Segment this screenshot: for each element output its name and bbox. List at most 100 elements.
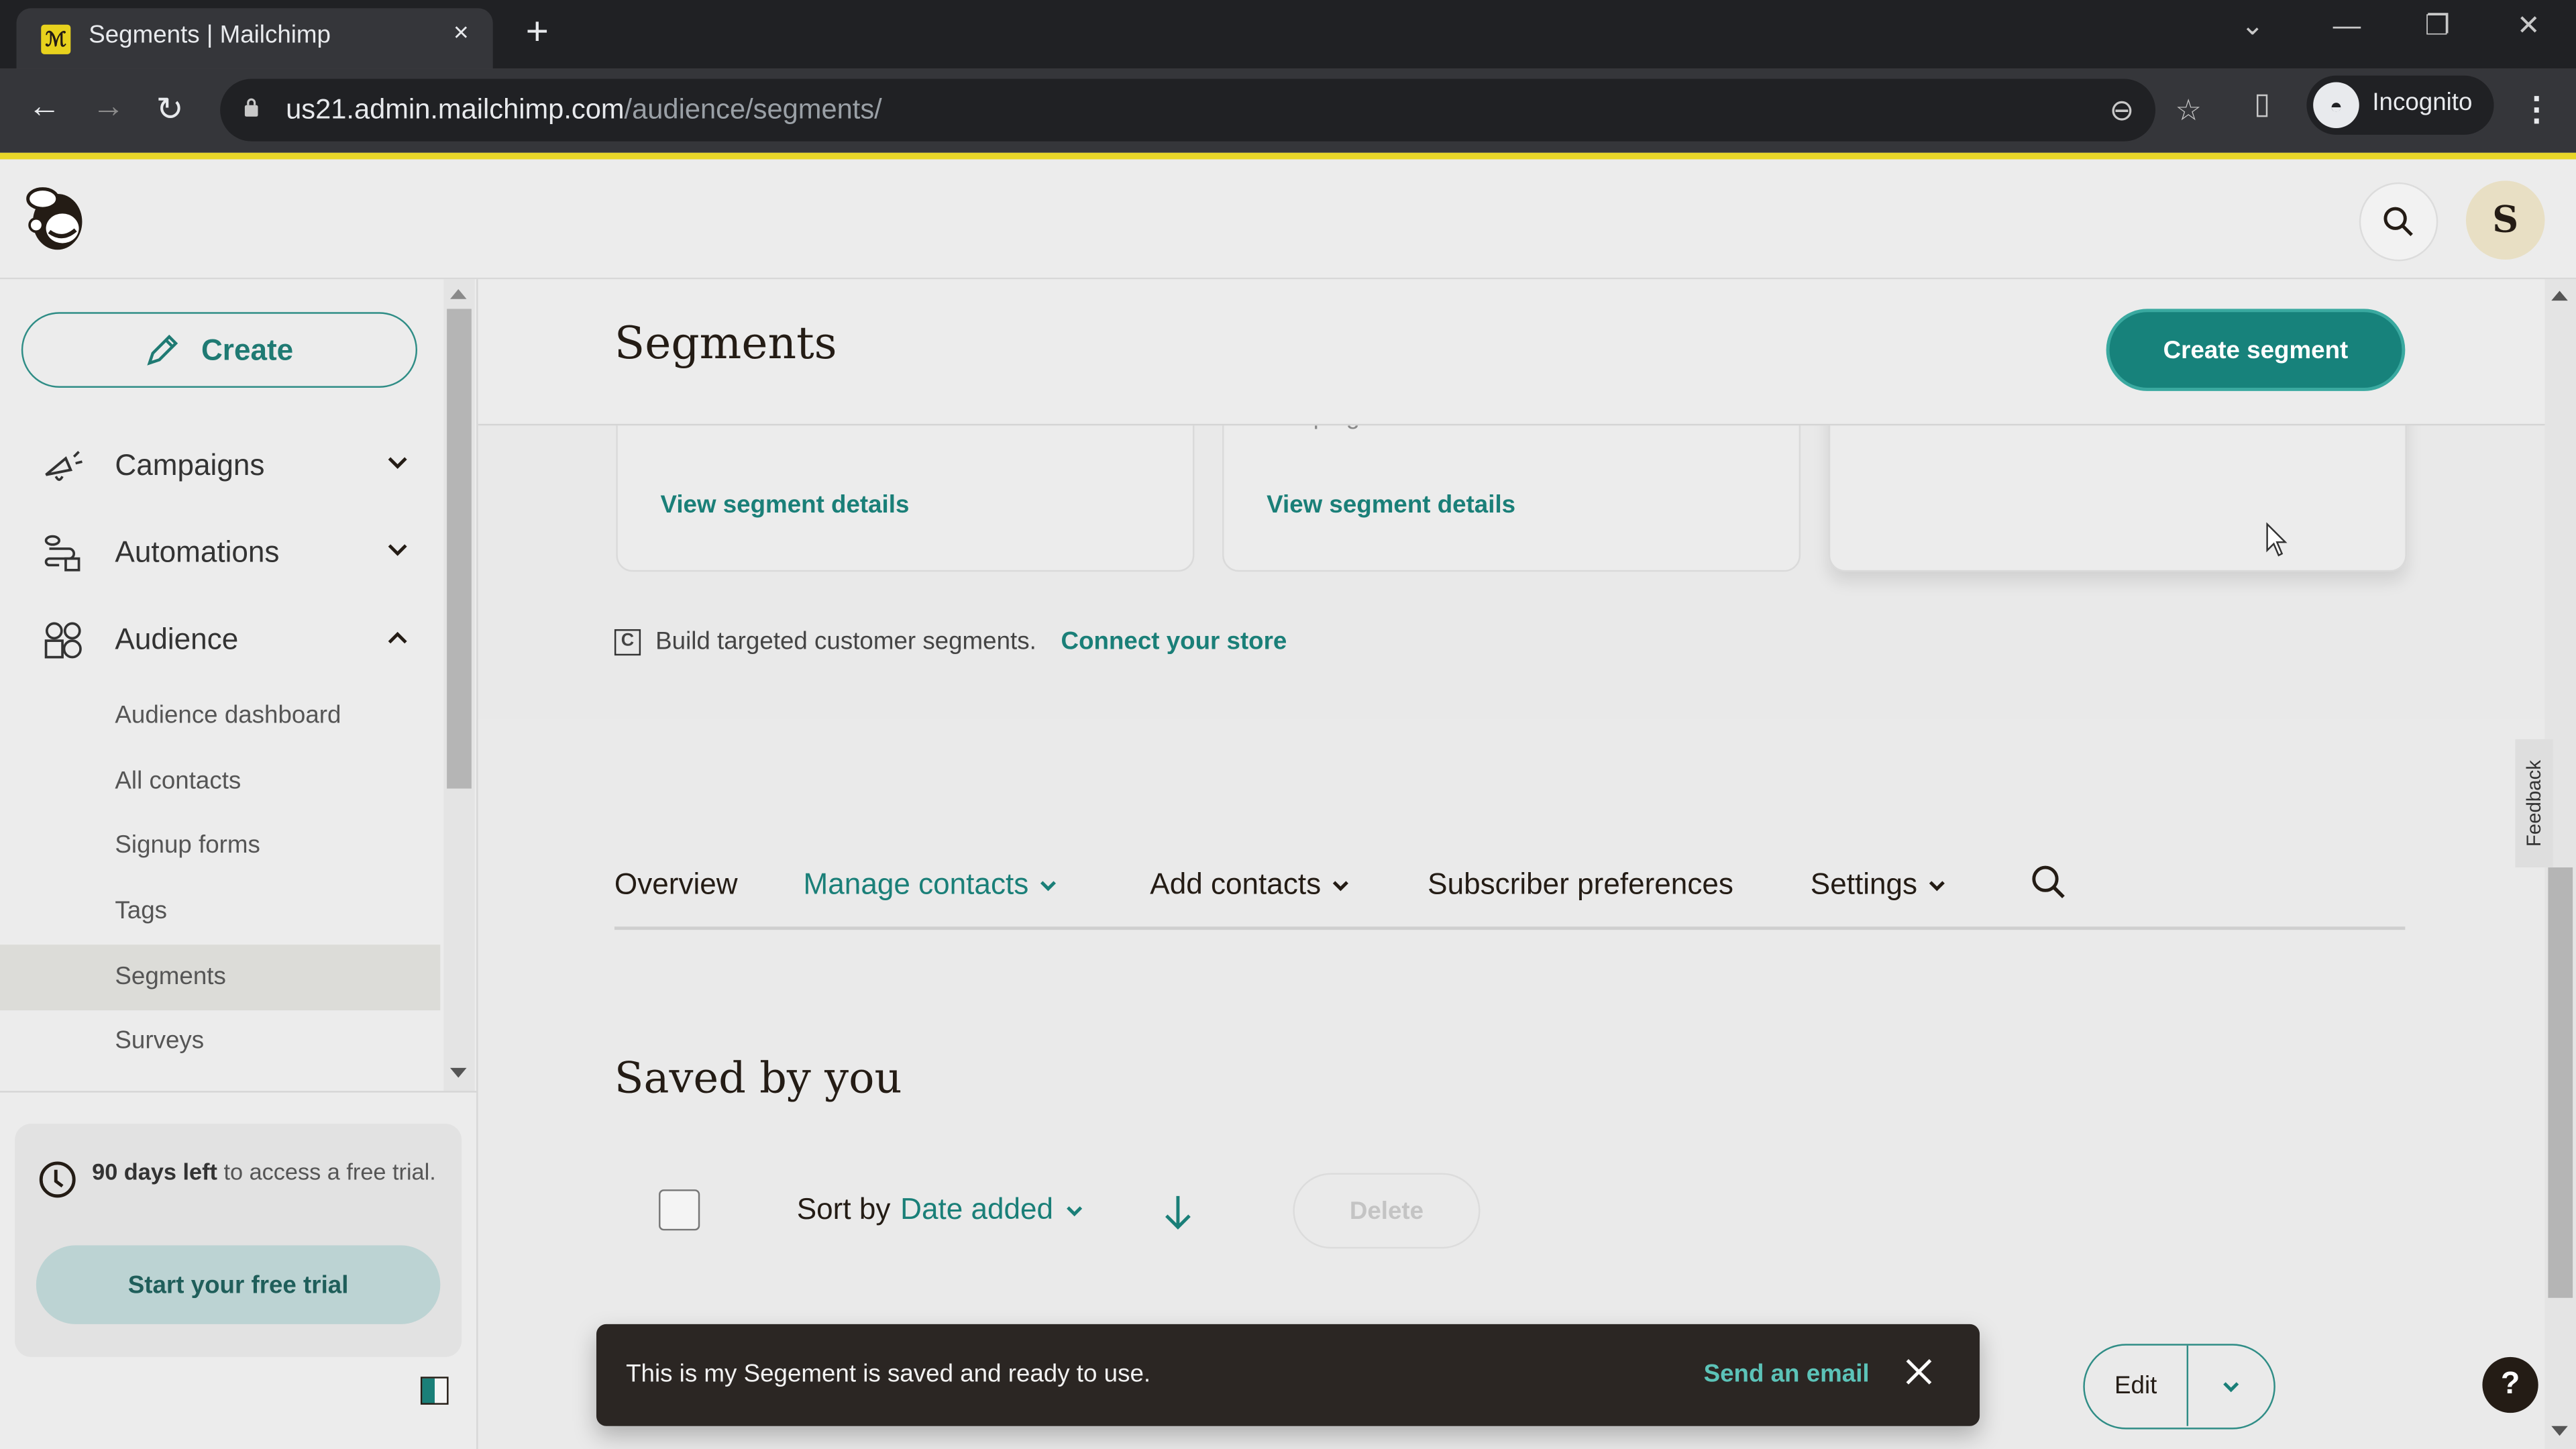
chevron-down-icon bbox=[388, 544, 407, 556]
audience-tabs: Overview Manage contacts Add contacts Su… bbox=[614, 854, 2406, 930]
trial-days-left: 90 days left bbox=[92, 1158, 217, 1185]
chevron-down-icon bbox=[1040, 880, 1057, 891]
toast-close-icon[interactable] bbox=[1902, 1355, 1935, 1388]
sidebar-item-audience-dashboard[interactable]: Audience dashboard bbox=[0, 684, 440, 749]
sidebar-scroll-thumb[interactable] bbox=[447, 309, 472, 789]
forward-icon[interactable]: → bbox=[92, 89, 125, 126]
incognito-icon: ◓ bbox=[2313, 82, 2359, 129]
tab-label: Settings bbox=[1810, 867, 1918, 901]
store-icon: C bbox=[614, 628, 641, 655]
tab-close-icon[interactable]: × bbox=[453, 19, 469, 49]
restore-icon[interactable]: ❐ bbox=[2425, 10, 2450, 43]
sidebar-item-audience[interactable]: Audience bbox=[0, 608, 440, 674]
trial-text: 90 days left to access a free trial. bbox=[92, 1153, 437, 1189]
sub-item-label: Signup forms bbox=[115, 831, 260, 859]
search-icon bbox=[2383, 207, 2413, 236]
view-segment-details-link[interactable]: View segment details bbox=[660, 491, 909, 519]
bookmark-star-icon[interactable]: ☆ bbox=[2175, 94, 2202, 128]
mailchimp-logo-icon[interactable] bbox=[23, 182, 92, 255]
sub-item-label: Audience dashboard bbox=[115, 701, 341, 730]
back-icon[interactable]: ← bbox=[28, 89, 61, 126]
tabs-search-icon[interactable] bbox=[2031, 864, 2067, 900]
side-panel-icon[interactable]: ▯ bbox=[2254, 87, 2270, 121]
pencil-icon bbox=[148, 334, 179, 366]
delete-button[interactable]: Delete bbox=[1293, 1173, 1481, 1249]
user-avatar[interactable]: S bbox=[2465, 180, 2545, 260]
sidebar-item-all-contacts[interactable]: All contacts bbox=[0, 749, 440, 815]
create-button[interactable]: Create bbox=[21, 312, 418, 388]
megaphone-icon bbox=[45, 451, 83, 481]
accent-bar bbox=[0, 152, 2576, 160]
sidebar-scrollbar[interactable] bbox=[443, 279, 475, 1093]
reload-icon[interactable]: ↻ bbox=[156, 89, 184, 129]
scroll-down-arrow-icon[interactable] bbox=[450, 1067, 467, 1078]
automation-workflow-icon bbox=[44, 535, 80, 572]
tab-label: Manage contacts bbox=[803, 867, 1029, 901]
collapse-sidebar-icon[interactable] bbox=[420, 1377, 449, 1405]
scroll-down-arrow-icon[interactable] bbox=[2551, 1426, 2568, 1436]
sort-by-dropdown[interactable]: Sort by Date added bbox=[797, 1193, 1086, 1227]
sidebar-divider bbox=[0, 1091, 477, 1093]
sidebar-item-signup-forms[interactable]: Signup forms bbox=[0, 813, 440, 879]
chevron-down-icon bbox=[1333, 880, 1349, 891]
app-header: S bbox=[0, 159, 2576, 280]
tab-add-contacts[interactable]: Add contacts bbox=[1150, 867, 1350, 902]
tab-label: Subscriber preferences bbox=[1428, 867, 1733, 901]
create-segment-button[interactable]: Create segment bbox=[2106, 309, 2406, 391]
tab-label: Add contacts bbox=[1150, 867, 1322, 901]
chevron-down-icon bbox=[2223, 1381, 2239, 1392]
sidebar-item-segments[interactable]: Segments bbox=[0, 945, 441, 1011]
sidebar-item-surveys[interactable]: Surveys bbox=[0, 1009, 440, 1075]
trial-text-rest: to access a free trial. bbox=[217, 1158, 436, 1185]
store-prompt-text: Build targeted customer segments. bbox=[655, 627, 1036, 656]
select-all-checkbox[interactable] bbox=[659, 1189, 700, 1231]
page-header: Segments Create segment bbox=[478, 279, 2545, 426]
tab-manage-contacts[interactable]: Manage contacts bbox=[804, 867, 1059, 902]
chevron-up-icon bbox=[388, 631, 407, 644]
tab-subscriber-preferences[interactable]: Subscriber preferences bbox=[1428, 867, 1733, 902]
main-content: Segments Create segment View segment det… bbox=[478, 279, 2545, 1449]
browser-toolbar: ← → ↻ us21.admin.mailchimp.com/audience/… bbox=[0, 68, 2576, 153]
scroll-up-arrow-icon[interactable] bbox=[450, 289, 467, 299]
address-bar[interactable]: us21.admin.mailchimp.com/audience/segmen… bbox=[220, 78, 2202, 142]
tab-settings[interactable]: Settings bbox=[1811, 867, 1947, 902]
clock-icon bbox=[39, 1161, 76, 1198]
feedback-tab[interactable]: Feedback bbox=[2515, 739, 2553, 868]
lock-icon bbox=[244, 98, 258, 117]
create-label: Create bbox=[201, 332, 294, 366]
edit-button[interactable]: Edit bbox=[2085, 1345, 2189, 1426]
sidebar-item-campaigns[interactable]: Campaigns bbox=[0, 434, 440, 500]
tab-overview[interactable]: Overview bbox=[614, 867, 738, 902]
sort-direction-arrow-icon[interactable] bbox=[1161, 1193, 1194, 1232]
sub-item-label: Segments bbox=[115, 963, 226, 991]
sort-by-value: Date added bbox=[900, 1192, 1054, 1226]
scroll-up-arrow-icon[interactable] bbox=[2551, 290, 2568, 301]
incognito-badge[interactable]: ◓ Incognito bbox=[2306, 75, 2494, 135]
mailchimp-favicon: ℳ bbox=[41, 24, 71, 54]
sidebar-item-automations[interactable]: Automations bbox=[0, 521, 440, 586]
nav-label: Automations bbox=[115, 535, 280, 569]
nav-label: Campaigns bbox=[115, 448, 265, 482]
connect-store-link[interactable]: Connect your store bbox=[1061, 628, 1287, 656]
header-search-button[interactable] bbox=[2359, 182, 2438, 262]
edit-dropdown-button[interactable] bbox=[2190, 1346, 2272, 1426]
sub-item-label: Tags bbox=[115, 897, 168, 925]
help-button[interactable]: ? bbox=[2482, 1356, 2538, 1413]
tab-title: Segments | Mailchimp bbox=[89, 21, 331, 50]
sidebar-item-tags[interactable]: Tags bbox=[0, 879, 440, 945]
start-free-trial-button[interactable]: Start your free trial bbox=[36, 1245, 441, 1324]
send-an-email-link[interactable]: Send an email bbox=[1704, 1360, 1870, 1389]
view-segment-details-link[interactable]: View segment details bbox=[1267, 491, 1515, 519]
tab-search-chevron-icon[interactable]: ⌄ bbox=[2241, 10, 2264, 43]
new-tab-button[interactable]: + bbox=[526, 10, 549, 56]
page-scroll-thumb[interactable] bbox=[2548, 867, 2573, 1298]
url-text: us21.admin.mailchimp.com/audience/segmen… bbox=[286, 94, 882, 127]
page-title: Segments bbox=[614, 319, 837, 370]
minimize-icon[interactable]: — bbox=[2333, 10, 2361, 43]
chevron-down-icon bbox=[388, 457, 407, 469]
browser-tab[interactable]: ℳ Segments | Mailchimp × bbox=[16, 8, 493, 69]
browser-menu-icon[interactable]: ⋮ bbox=[2520, 89, 2553, 129]
window-close-icon[interactable]: ✕ bbox=[2517, 10, 2540, 43]
zoom-out-icon[interactable]: ⊖ bbox=[2110, 94, 2135, 128]
url-path: /audience/segments/ bbox=[624, 93, 882, 125]
